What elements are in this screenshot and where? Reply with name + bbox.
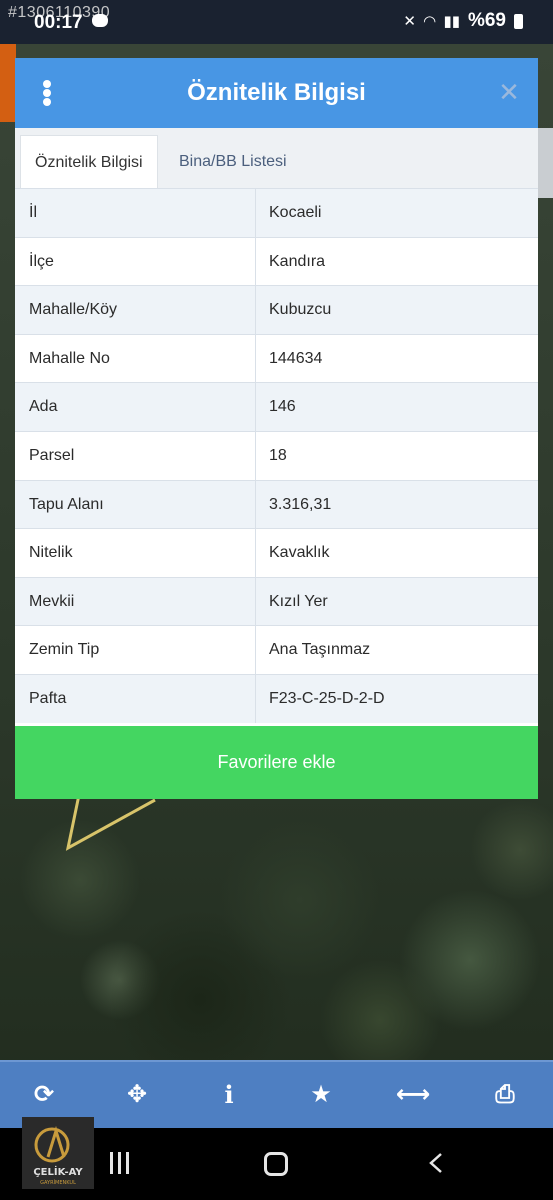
attr-key: Mahalle No (15, 334, 256, 383)
attr-value: Kandıra (269, 252, 326, 270)
attribute-table: İl Kocaeli İlçe Kandıra Mahalle/Köy Kubu… (15, 188, 538, 723)
star-icon[interactable]: ★ (304, 1078, 338, 1112)
recent-apps-button[interactable] (110, 1152, 134, 1179)
attr-value: 144634 (269, 349, 323, 367)
wifi-icon: ◠ (423, 13, 436, 30)
status-bar: #1306110390 00:17 ✕ ◠ ▮▮ %69 (0, 0, 553, 44)
attr-value: 146 (269, 398, 296, 416)
attr-key: Tapu Alanı (15, 480, 256, 529)
logo-text: ÇELİK-AY (33, 1164, 83, 1178)
attr-value: F23-C-25-D-2-D (269, 689, 385, 707)
battery-percent: %69 (467, 10, 506, 31)
tab-attribute-info[interactable]: Öznitelik Bilgisi (20, 135, 158, 188)
table-row: Ada 146 (15, 382, 538, 431)
dialog-title: Öznitelik Bilgisi (187, 79, 366, 106)
info-icon[interactable]: i (212, 1078, 246, 1112)
status-time: 00:17 (34, 12, 83, 33)
status-indicators: ✕ ◠ ▮▮ %69 (403, 10, 523, 32)
attr-value: Ana Taşınmaz (269, 641, 371, 659)
attr-key: Mevkii (15, 577, 256, 626)
table-row: Pafta F23-C-25-D-2-D (15, 673, 538, 723)
attr-key: Zemin Tip (15, 626, 256, 674)
parcel-outline (65, 790, 156, 851)
attr-key: İlçe (15, 237, 256, 286)
celik-ay-logo: ÇELİK-AY GAYRİMENKUL (22, 1117, 94, 1189)
add-to-favorites-button[interactable]: Favorilere ekle (15, 726, 538, 799)
attr-key: Ada (15, 383, 256, 431)
refresh-icon[interactable]: ⟳ (27, 1078, 61, 1112)
dialog-header: Öznitelik Bilgisi ✕ (15, 58, 538, 128)
map-control-edge (538, 128, 553, 198)
table-row: Parsel 18 (15, 430, 538, 480)
attr-value: Kızıl Yer (269, 592, 328, 610)
table-row: İlçe Kandıra (15, 236, 538, 286)
table-row: İl Kocaeli (15, 188, 538, 237)
attr-key: Pafta (15, 674, 256, 723)
map-layer-strip (0, 44, 16, 122)
print-icon[interactable]: ⎙ (488, 1078, 522, 1112)
attr-key: Parsel (15, 431, 256, 480)
close-icon[interactable]: ✕ (498, 79, 520, 105)
attribute-dialog: Öznitelik Bilgisi ✕ Öznitelik Bilgisi Bi… (15, 58, 538, 799)
attr-value: Kocaeli (269, 204, 322, 221)
locate-icon[interactable]: ✥ (120, 1078, 154, 1112)
tab-building-list[interactable]: Bina/BB Listesi (165, 135, 301, 188)
logo-subtext: GAYRİMENKUL (40, 1179, 76, 1186)
attr-value: 3.316,31 (269, 495, 332, 513)
table-row: Mahalle No 144634 (15, 333, 538, 383)
chat-notification-icon (92, 14, 108, 27)
attr-value: Kavaklık (269, 544, 330, 562)
table-row: Mevkii Kızıl Yer (15, 576, 538, 626)
attr-key: Mahalle/Köy (15, 286, 256, 334)
mute-icon: ✕ (403, 13, 416, 30)
attr-key: İl (15, 189, 256, 237)
back-button[interactable] (428, 1152, 444, 1174)
attr-key: Nitelik (15, 529, 256, 577)
more-vertical-icon[interactable] (43, 80, 53, 106)
dialog-tabs: Öznitelik Bilgisi Bina/BB Listesi (15, 128, 538, 188)
attr-value: Kubuzcu (269, 301, 332, 319)
measure-icon[interactable]: ⟷ (396, 1078, 430, 1112)
attr-value: 18 (269, 446, 287, 464)
battery-icon (514, 13, 523, 29)
signal-icon: ▮▮ (443, 13, 460, 30)
table-row: Mahalle/Köy Kubuzcu (15, 285, 538, 334)
home-button[interactable] (264, 1152, 288, 1176)
table-row: Nitelik Kavaklık (15, 528, 538, 577)
table-row: Tapu Alanı 3.316,31 (15, 479, 538, 529)
table-row: Zemin Tip Ana Taşınmaz (15, 625, 538, 674)
